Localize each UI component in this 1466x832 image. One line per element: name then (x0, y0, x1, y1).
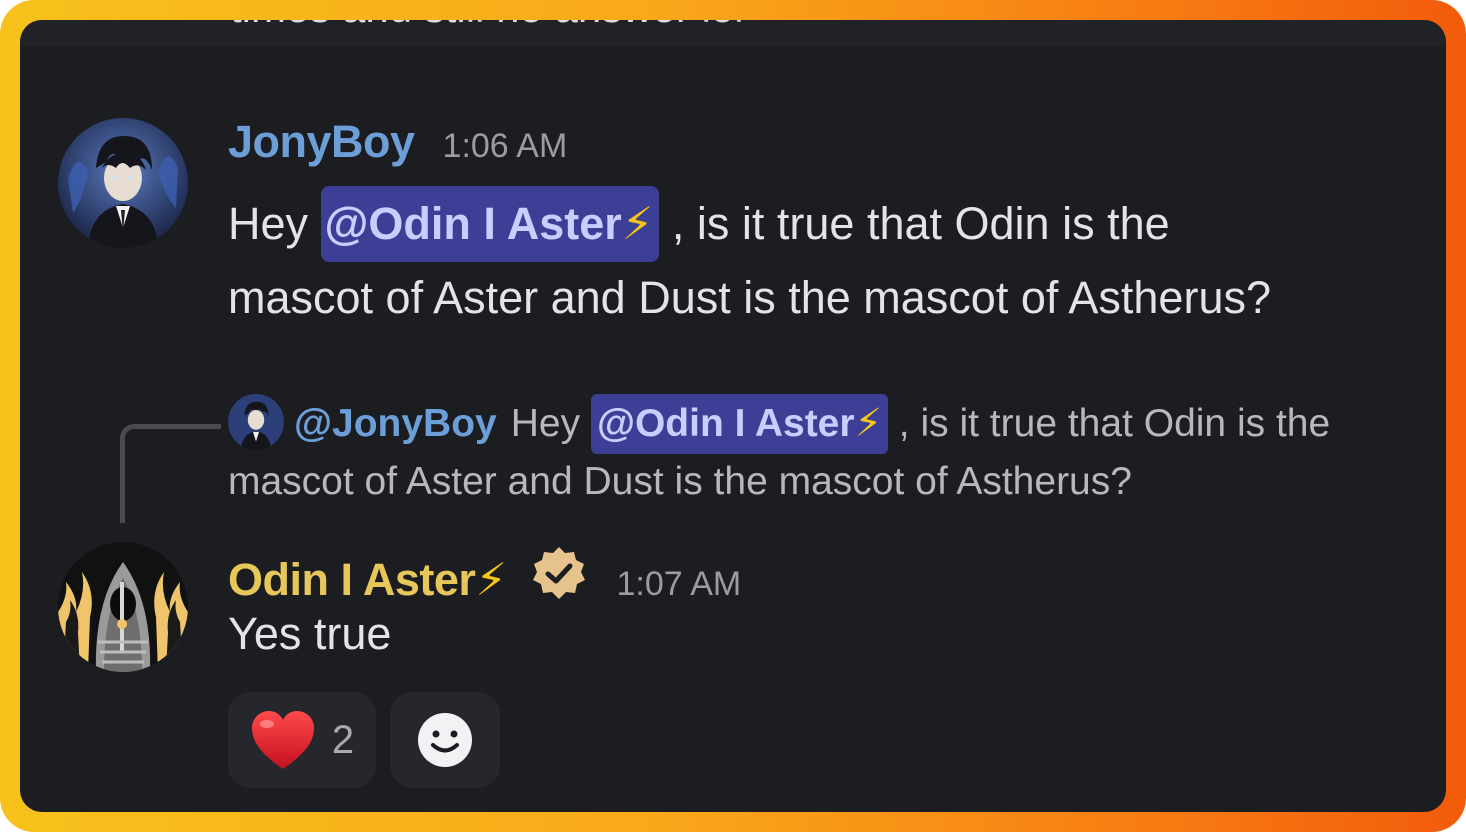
smiley-icon (418, 713, 472, 767)
verified-badge-shape (533, 547, 586, 599)
chat-panel: times and still no answer lol (20, 20, 1446, 812)
reply-mention-label: @Odin I Aster (596, 402, 855, 445)
previous-message-text: times and still no answer lol (230, 20, 744, 32)
message-text-jonyboy: Hey @Odin I Aster⚡ , is it true that Odi… (228, 186, 1271, 334)
reply-text-start: Hey (510, 402, 591, 445)
message-text-odin-aster: Yes true (228, 608, 392, 659)
avatar-odin-aster[interactable] (58, 542, 188, 672)
reaction-heart-button[interactable]: 2 (228, 692, 376, 788)
message-text-continued: , is it true that Odin is the (671, 198, 1170, 249)
reply-avatar-jonyboy (228, 393, 284, 450)
reply-username[interactable]: @JonyBoy (294, 402, 497, 445)
anime-character-avatar-icon (58, 118, 188, 248)
heart-icon (251, 711, 314, 769)
mention-label: @Odin I Aster (324, 198, 622, 249)
screenshot-frame: times and still no answer lol (0, 0, 1466, 832)
lightning-emoji: ⚡ (854, 402, 882, 445)
message-text-start: Hey (228, 198, 321, 249)
timestamp: 1:07 AM (616, 565, 742, 603)
message-line-1: Hey @Odin I Aster⚡ , is it true that Odi… (228, 186, 1271, 262)
reaction-count: 2 (331, 717, 355, 762)
timestamp: 1:06 AM (442, 127, 568, 165)
username-jonyboy[interactable]: JonyBoy (228, 116, 415, 168)
reply-preview[interactable]: @JonyBoy Hey @Odin I Aster⚡ , is it true … (228, 393, 1388, 509)
add-reaction-button[interactable] (390, 692, 500, 788)
reply-mention-odin-aster[interactable]: @Odin I Aster⚡ (590, 394, 888, 454)
message-header-jonyboy: JonyBoy 1:06 AM (228, 116, 567, 168)
message-line-2: mascot of Aster and Dust is the mascot o… (228, 272, 1271, 323)
reply-connector-line (120, 424, 221, 523)
lightning-emoji: ⚡ (475, 554, 507, 605)
reactions-bar: 2 (228, 692, 500, 788)
avatar-jonyboy[interactable] (58, 118, 188, 248)
lightning-emoji: ⚡ (621, 198, 654, 249)
verified-badge-icon[interactable] (530, 545, 588, 608)
anime-character-avatar-icon (228, 393, 284, 450)
message-header-odin-aster: Odin I Aster⚡ 1:07 AM (228, 537, 741, 606)
mention-odin-aster[interactable]: @Odin I Aster⚡ (320, 186, 660, 262)
hooded-figure-flames-avatar-icon (58, 542, 188, 672)
